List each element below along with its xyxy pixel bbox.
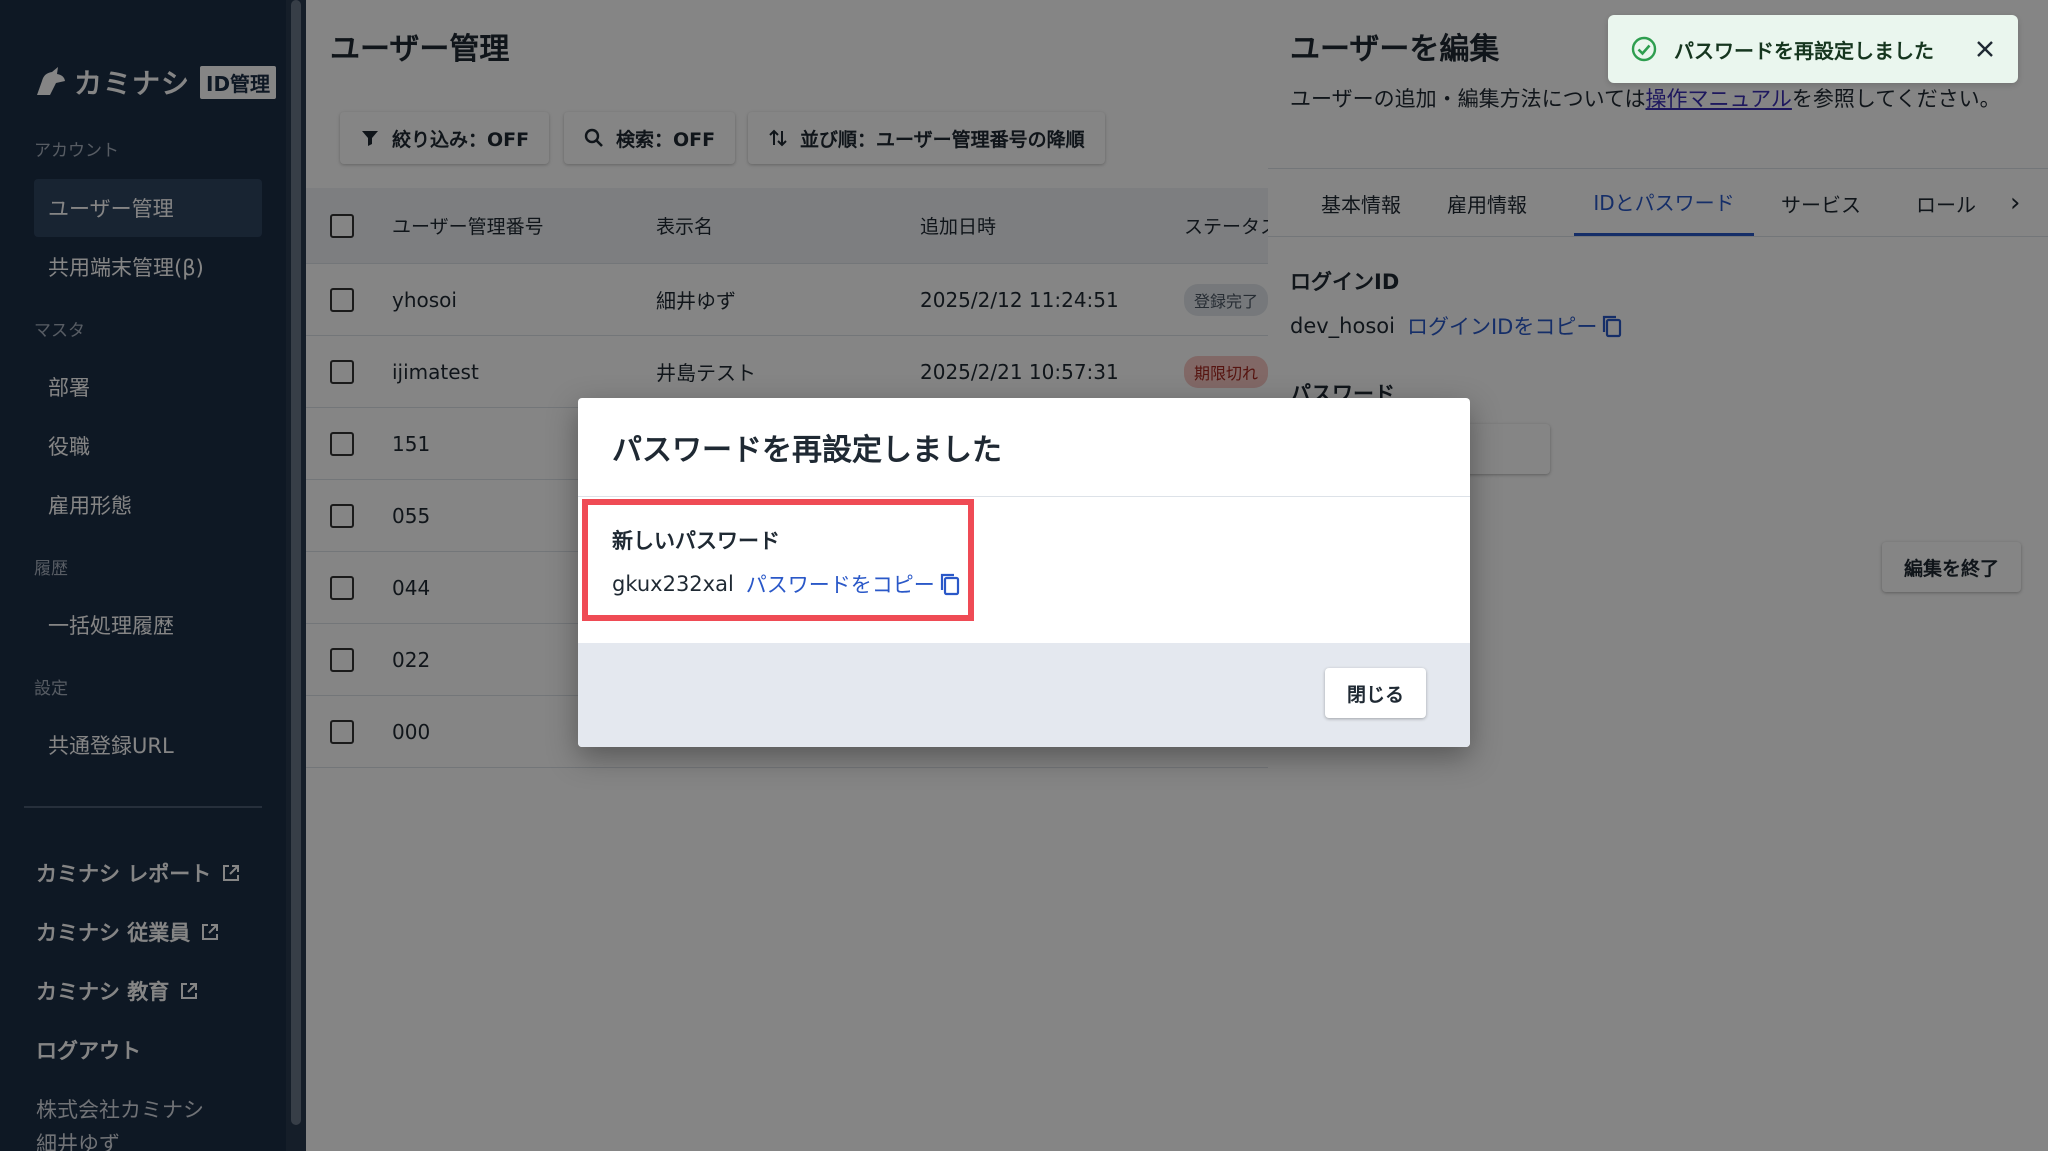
dialog-body: 新しいパスワード gkux232xal パスワードをコピー: [578, 497, 1470, 643]
dialog-footer: 閉じる: [578, 643, 1470, 747]
new-password-value: gkux232xal: [612, 572, 734, 596]
copy-password-button[interactable]: パスワードをコピー: [746, 569, 961, 599]
toast-message: パスワードを再設定しました: [1674, 38, 1934, 63]
highlight-box: [582, 499, 974, 621]
copy-password-label: パスワードをコピー: [745, 573, 935, 597]
dialog-header: パスワードを再設定しました: [578, 398, 1470, 497]
success-toast: パスワードを再設定しました: [1608, 15, 2018, 83]
copy-icon: [940, 573, 959, 596]
new-password-row: gkux232xal パスワードをコピー: [612, 569, 961, 599]
password-reset-dialog: パスワードを再設定しました 新しいパスワード gkux232xal パスワードを…: [578, 398, 1470, 747]
check-circle-icon: [1631, 36, 1657, 62]
new-password-label: 新しいパスワード: [612, 529, 780, 553]
close-dialog-button[interactable]: 閉じる: [1324, 668, 1426, 718]
dialog-title: パスワードを再設定しました: [612, 433, 1002, 468]
close-icon[interactable]: [1974, 38, 1996, 60]
